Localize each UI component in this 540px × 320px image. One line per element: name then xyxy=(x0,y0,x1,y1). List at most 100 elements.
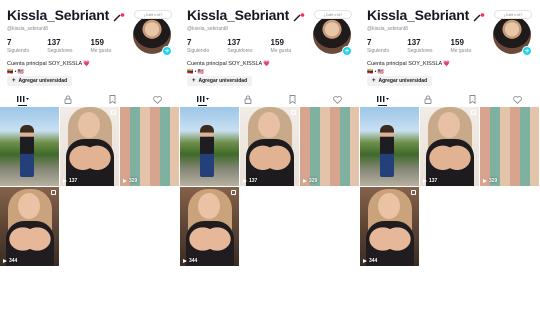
add-story-plus-icon[interactable]: + xyxy=(342,46,352,56)
username: Kissla_Sebriant xyxy=(187,7,290,23)
videos-grid-icon xyxy=(16,95,29,102)
avatar-block: ¿Café o té? + xyxy=(312,10,352,56)
edit-pencil-icon[interactable] xyxy=(113,10,125,22)
profile-tabs xyxy=(0,93,180,106)
bio-text: Cuenta principal SOY_KISSLA 💗 xyxy=(367,61,451,67)
view-count: 329 xyxy=(303,178,317,184)
view-count: 137 xyxy=(243,178,257,184)
play-icon xyxy=(63,179,67,183)
stat-followers[interactable]: 137 Seguidores xyxy=(227,38,252,55)
tab-liked[interactable] xyxy=(315,93,360,106)
view-count-label: 344 xyxy=(9,258,18,264)
video-thumbnail[interactable]: 329 xyxy=(300,107,359,186)
bookmark-icon xyxy=(469,95,476,104)
video-thumbnail[interactable]: 137 xyxy=(60,107,119,186)
stat-following[interactable]: 7 Siguiendo xyxy=(367,38,389,55)
tab-liked[interactable] xyxy=(135,93,180,106)
bookmark-icon xyxy=(289,95,296,104)
video-thumbnail[interactable] xyxy=(180,107,239,186)
view-count-label: 137 xyxy=(69,178,78,184)
stat-value: 7 xyxy=(367,38,372,47)
lock-icon xyxy=(424,95,431,104)
flags-text: 🇻🇪 • 🇺🇸 xyxy=(367,69,384,75)
flags-text: 🇻🇪 • 🇺🇸 xyxy=(7,69,24,75)
tab-videos[interactable] xyxy=(360,93,405,106)
add-university-label: Agregar universidad xyxy=(198,78,248,84)
username-row: Kissla_Sebriant xyxy=(7,7,125,23)
stat-likes[interactable]: 159 Me gusta xyxy=(451,38,472,55)
tab-videos[interactable] xyxy=(0,93,45,106)
add-story-plus-icon[interactable]: + xyxy=(522,46,532,56)
video-thumbnail[interactable] xyxy=(360,107,419,186)
stats-row: 7 Siguiendo 137 Seguidores 159 Me gusta xyxy=(7,38,129,55)
stat-value: 159 xyxy=(90,38,104,47)
view-count-label: 329 xyxy=(489,178,498,184)
heart-icon xyxy=(333,95,342,104)
view-count: 137 xyxy=(63,178,77,184)
username: Kissla_Sebriant xyxy=(7,7,110,23)
edit-pencil-icon[interactable] xyxy=(473,10,485,22)
play-icon xyxy=(183,259,187,263)
edit-pencil-icon[interactable] xyxy=(293,10,305,22)
stat-likes[interactable]: 159 Me gusta xyxy=(271,38,292,55)
avatar-note-bubble[interactable]: ¿Café o té? xyxy=(494,10,532,19)
stat-label: Siguiendo xyxy=(7,48,30,54)
lock-icon xyxy=(64,95,71,104)
add-story-plus-icon[interactable]: + xyxy=(162,46,172,56)
stats-row: 7 Siguiendo 137 Seguidores 159 Me gusta xyxy=(367,38,489,55)
stat-value: 159 xyxy=(270,38,284,47)
user-handle: @kissla_sebriant8 xyxy=(7,26,48,32)
view-count: 344 xyxy=(363,258,377,264)
stat-likes[interactable]: 159 Me gusta xyxy=(91,38,112,55)
video-thumbnail[interactable]: 329 xyxy=(120,107,179,186)
video-thumbnail[interactable]: 137 xyxy=(240,107,299,186)
bio-text: Cuenta principal SOY_KISSLA 💗 xyxy=(7,61,91,67)
video-thumbnail[interactable] xyxy=(0,107,59,186)
profile-panel-3: Kissla_Sebriant @kissla_sebriant8 7 Sigui… xyxy=(360,0,540,320)
video-thumbnail[interactable]: 344 xyxy=(180,187,239,266)
stats-row: 7 Siguiendo 137 Seguidores 159 Me gusta xyxy=(187,38,309,55)
multi-photo-icon xyxy=(51,190,56,195)
plus-icon: + xyxy=(372,78,376,84)
stat-value: 7 xyxy=(187,38,192,47)
tab-saved[interactable] xyxy=(270,93,315,106)
stat-followers[interactable]: 137 Seguidores xyxy=(47,38,72,55)
tab-private[interactable] xyxy=(45,93,90,106)
tab-private[interactable] xyxy=(225,93,270,106)
tab-liked[interactable] xyxy=(495,93,540,106)
stat-following[interactable]: 7 Siguiendo xyxy=(7,38,29,55)
username: Kissla_Sebriant xyxy=(367,7,470,23)
stat-label: Siguiendo xyxy=(187,48,210,54)
videos-grid-icon xyxy=(196,95,209,102)
stat-label: Siguiendo xyxy=(367,48,390,54)
stat-value: 137 xyxy=(407,38,421,47)
video-thumbnail[interactable]: 137 xyxy=(420,107,479,186)
video-thumbnail[interactable]: 344 xyxy=(360,187,419,266)
tab-videos[interactable] xyxy=(180,93,225,106)
stat-followers[interactable]: 137 Seguidores xyxy=(407,38,432,55)
lock-icon xyxy=(244,95,251,104)
username-row: Kissla_Sebriant xyxy=(187,7,305,23)
play-icon xyxy=(303,179,307,183)
tab-saved[interactable] xyxy=(450,93,495,106)
username-row: Kissla_Sebriant xyxy=(367,7,485,23)
add-university-button[interactable]: + Agregar universidad xyxy=(367,76,433,86)
add-university-button[interactable]: + Agregar universidad xyxy=(187,76,253,86)
avatar-note-bubble[interactable]: ¿Café o té? xyxy=(134,10,172,19)
video-thumbnail[interactable]: 329 xyxy=(480,107,539,186)
play-icon xyxy=(423,179,427,183)
view-count: 329 xyxy=(123,178,137,184)
video-thumbnail[interactable]: 344 xyxy=(0,187,59,266)
stat-label: Me gusta xyxy=(270,48,292,54)
avatar-note-bubble[interactable]: ¿Café o té? xyxy=(314,10,352,19)
tab-private[interactable] xyxy=(405,93,450,106)
add-university-button[interactable]: + Agregar universidad xyxy=(7,76,73,86)
bio-text: Cuenta principal SOY_KISSLA 💗 xyxy=(187,61,271,67)
view-count-label: 344 xyxy=(189,258,198,264)
multi-photo-icon xyxy=(411,190,416,195)
profile-panel-1: Kissla_Sebriant @kissla_sebriant8 7 Sigui… xyxy=(0,0,180,320)
profile-panel-2: Kissla_Sebriant @kissla_sebriant8 7 Sigui… xyxy=(180,0,360,320)
stat-following[interactable]: 7 Siguiendo xyxy=(187,38,209,55)
view-count: 344 xyxy=(183,258,197,264)
tab-saved[interactable] xyxy=(90,93,135,106)
